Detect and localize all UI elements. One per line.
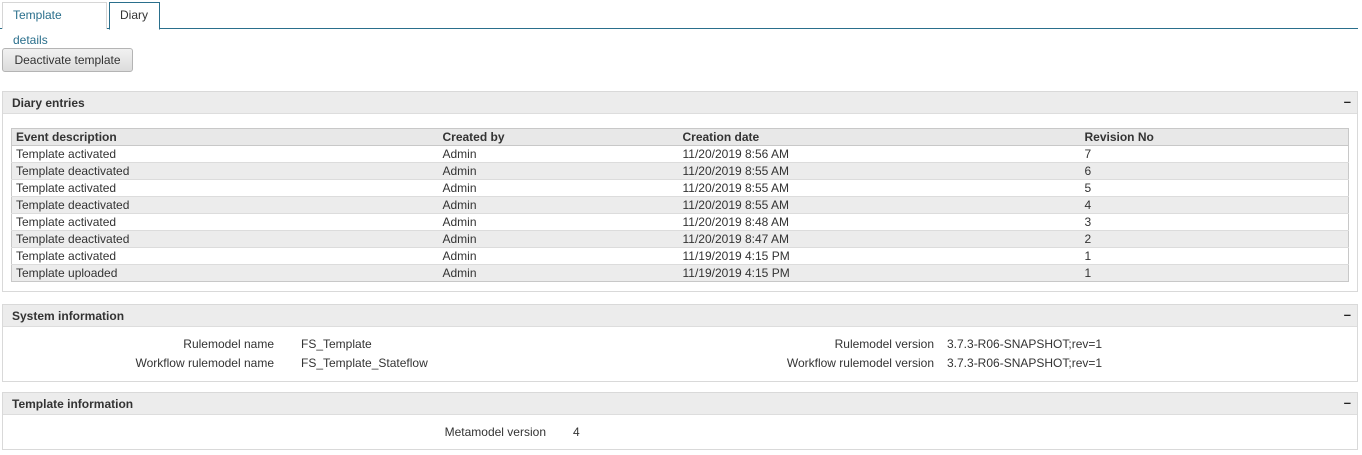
collapse-icon[interactable]: –: [1344, 307, 1351, 322]
diary-entries-header: Diary entries –: [3, 92, 1357, 114]
column-header-event-description[interactable]: Event description: [11, 128, 439, 146]
workflow-rulemodel-version-value: 3.7.3-R06-SNAPSHOT;rev=1: [947, 356, 1103, 370]
diary-entries-panel: Diary entries – Event description Create…: [2, 91, 1358, 292]
column-header-revision-no[interactable]: Revision No: [1080, 128, 1349, 146]
template-information-panel: Template information – Metamodel version…: [2, 392, 1358, 450]
rulemodel-name-label: Rulemodel name: [183, 337, 274, 351]
tab-diary[interactable]: Diary: [109, 2, 160, 30]
event-description-cell: Template deactivated: [11, 162, 439, 180]
revision-no-cell: 2: [1080, 230, 1349, 248]
metamodel-version-value: 4: [573, 425, 580, 439]
table-row[interactable]: Template activated Admin 11/20/2019 8:55…: [11, 179, 1349, 197]
creation-date-cell: 11/19/2019 4:15 PM: [678, 247, 1081, 265]
metamodel-version-label: Metamodel version: [444, 425, 546, 439]
panel-title: Template information: [12, 397, 134, 411]
creation-date-cell: 11/20/2019 8:48 AM: [678, 213, 1081, 231]
table-row[interactable]: Template activated Admin 11/19/2019 4:15…: [11, 247, 1349, 265]
event-description-cell: Template activated: [11, 179, 439, 197]
table-row[interactable]: Template activated Admin 11/20/2019 8:56…: [11, 145, 1349, 163]
created-by-cell: Admin: [438, 162, 679, 180]
creation-date-cell: 11/20/2019 8:47 AM: [678, 230, 1081, 248]
table-row[interactable]: Template deactivated Admin 11/20/2019 8:…: [11, 230, 1349, 248]
template-information-header: Template information –: [3, 393, 1357, 415]
table-header-row: Event description Created by Creation da…: [11, 128, 1349, 146]
table-row[interactable]: Template activated Admin 11/20/2019 8:48…: [11, 213, 1349, 231]
creation-date-cell: 11/20/2019 8:56 AM: [678, 145, 1081, 163]
tab-template-details[interactable]: Template details: [2, 2, 107, 47]
table-row[interactable]: Template deactivated Admin 11/20/2019 8:…: [11, 196, 1349, 214]
creation-date-cell: 11/20/2019 8:55 AM: [678, 179, 1081, 197]
panel-title: Diary entries: [12, 96, 85, 110]
creation-date-cell: 11/20/2019 8:55 AM: [678, 162, 1081, 180]
column-header-creation-date[interactable]: Creation date: [678, 128, 1081, 146]
created-by-cell: Admin: [438, 247, 679, 265]
workflow-rulemodel-version-label: Workflow rulemodel version: [786, 356, 934, 370]
event-description-cell: Template deactivated: [11, 196, 439, 214]
creation-date-cell: 11/19/2019 4:15 PM: [678, 264, 1081, 282]
event-description-cell: Template activated: [11, 213, 439, 231]
created-by-cell: Admin: [438, 179, 679, 197]
event-description-cell: Template activated: [11, 247, 439, 265]
revision-no-cell: 5: [1080, 179, 1349, 197]
revision-no-cell: 1: [1080, 264, 1349, 282]
event-description-cell: Template activated: [11, 145, 439, 163]
created-by-cell: Admin: [438, 230, 679, 248]
table-row[interactable]: Template deactivated Admin 11/20/2019 8:…: [11, 162, 1349, 180]
tab-bar: Template details Diary: [0, 0, 1358, 47]
deactivate-template-button[interactable]: Deactivate template: [2, 48, 133, 72]
system-information-panel: System information – Rulemodel name FS_T…: [2, 304, 1358, 382]
revision-no-cell: 7: [1080, 145, 1349, 163]
created-by-cell: Admin: [438, 264, 679, 282]
revision-no-cell: 6: [1080, 162, 1349, 180]
event-description-cell: Template deactivated: [11, 230, 439, 248]
workflow-rulemodel-name-value: FS_Template_Stateflow: [301, 356, 428, 370]
collapse-icon[interactable]: –: [1344, 395, 1351, 410]
created-by-cell: Admin: [438, 196, 679, 214]
collapse-icon[interactable]: –: [1344, 94, 1351, 109]
workflow-rulemodel-name-label: Workflow rulemodel name: [135, 356, 275, 370]
revision-no-cell: 4: [1080, 196, 1349, 214]
table-row[interactable]: Template uploaded Admin 11/19/2019 4:15 …: [11, 264, 1349, 282]
revision-no-cell: 3: [1080, 213, 1349, 231]
creation-date-cell: 11/20/2019 8:55 AM: [678, 196, 1081, 214]
revision-no-cell: 1: [1080, 247, 1349, 265]
created-by-cell: Admin: [438, 213, 679, 231]
diary-table: Event description Created by Creation da…: [11, 128, 1349, 282]
created-by-cell: Admin: [438, 145, 679, 163]
rulemodel-version-label: Rulemodel version: [834, 337, 934, 351]
rulemodel-version-value: 3.7.3-R06-SNAPSHOT;rev=1: [947, 337, 1103, 351]
rulemodel-name-value: FS_Template: [301, 337, 372, 351]
column-header-created-by[interactable]: Created by: [438, 128, 679, 146]
panel-title: System information: [12, 309, 125, 323]
event-description-cell: Template uploaded: [11, 264, 439, 282]
system-information-header: System information –: [3, 305, 1357, 327]
